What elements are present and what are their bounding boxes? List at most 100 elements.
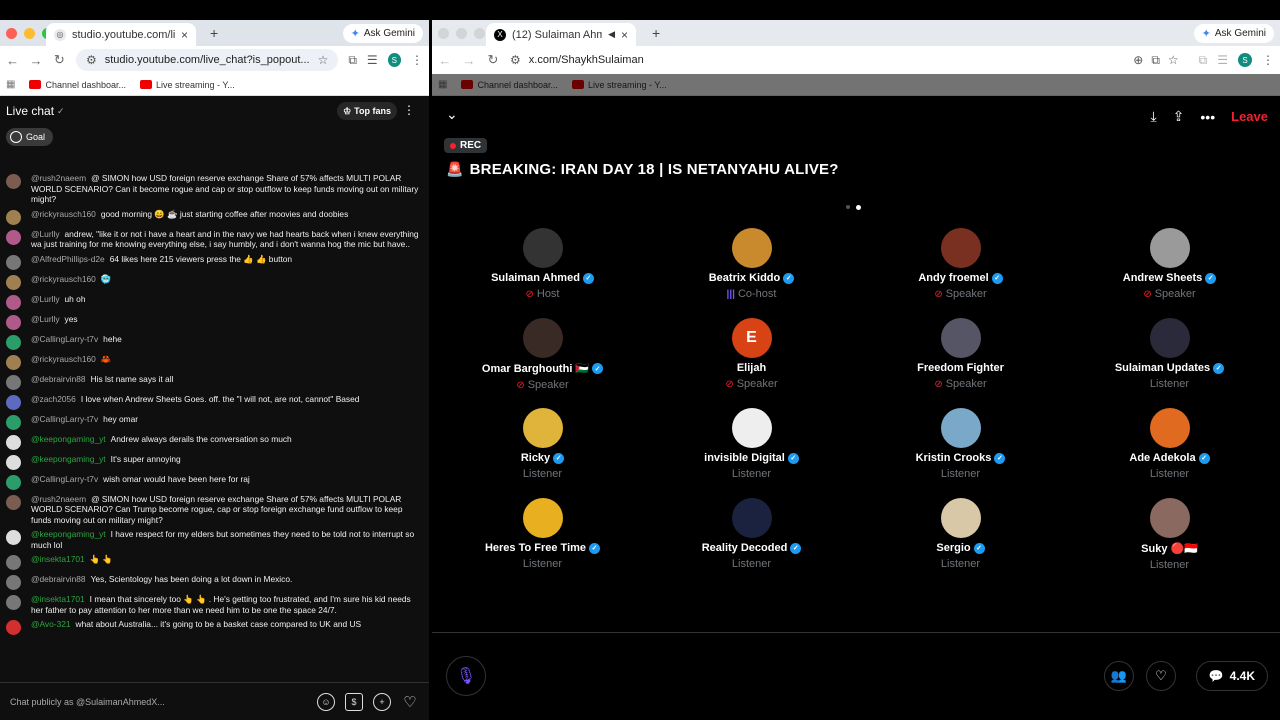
- participant-card[interactable]: Ricky ✓ Listener: [438, 408, 647, 488]
- add-icon[interactable]: +: [373, 692, 391, 711]
- bookmark-star-icon[interactable]: ☆: [1168, 53, 1179, 67]
- author-avatar[interactable]: [6, 174, 21, 189]
- close-tab-icon[interactable]: ×: [181, 28, 188, 42]
- author-avatar[interactable]: [6, 454, 21, 470]
- participant-card[interactable]: Sulaiman Ahmed ✓ ⊘ Host: [438, 228, 647, 308]
- author-name[interactable]: @Lurlly: [31, 294, 60, 304]
- author-name[interactable]: @keepongaming_yt: [31, 454, 106, 464]
- participant-avatar[interactable]: E: [731, 318, 772, 358]
- comments-count-button[interactable]: 💬 4.4K: [1195, 661, 1268, 691]
- bookmark-live-streaming[interactable]: Live streaming - Y...: [140, 80, 235, 90]
- participant-card[interactable]: Heres To Free Time ✓ Listener: [438, 498, 647, 578]
- close-window-button[interactable]: [6, 27, 17, 39]
- author-avatar[interactable]: [6, 434, 21, 450]
- author-avatar[interactable]: [6, 274, 21, 290]
- reload-icon[interactable]: ↻: [486, 52, 500, 68]
- author-avatar[interactable]: [6, 334, 21, 350]
- participant-card[interactable]: Andy froemel ✓ ⊘ Speaker: [856, 228, 1065, 308]
- people-icon[interactable]: 👥: [1104, 661, 1134, 691]
- zoom-window-button[interactable]: [474, 27, 485, 39]
- participant-avatar[interactable]: [940, 318, 981, 358]
- bookmark-channel-dashboard[interactable]: Channel dashboar...: [461, 80, 558, 90]
- chat-message[interactable]: @keepongaming_yt Andrew always derails th…: [0, 432, 429, 452]
- cast-icon[interactable]: ⧉: [1199, 53, 1208, 68]
- reload-icon[interactable]: ↻: [53, 52, 66, 68]
- bookmark-star-icon[interactable]: ☆: [318, 53, 329, 67]
- participant-avatar[interactable]: [731, 498, 772, 538]
- cast-icon[interactable]: ⧉: [348, 53, 357, 68]
- extensions-icon[interactable]: ☰: [1217, 53, 1228, 67]
- chat-message[interactable]: @keepongaming_yt I have respect for my el…: [0, 527, 429, 552]
- author-name[interactable]: @CallingLarry-t7v: [31, 414, 98, 424]
- minimize-window-button[interactable]: [24, 27, 35, 39]
- browser-tab[interactable]: ◎ studio.youtube.com/live_chat ×: [46, 23, 196, 46]
- author-name[interactable]: @Avo-321: [31, 619, 71, 629]
- site-info-icon[interactable]: ⚙: [510, 53, 521, 67]
- participant-avatar[interactable]: [940, 408, 981, 448]
- participant-card[interactable]: Andrew Sheets ✓ ⊘ Speaker: [1065, 228, 1274, 308]
- heart-plus-icon[interactable]: ♡: [1146, 661, 1176, 691]
- author-avatar[interactable]: [6, 530, 21, 545]
- chat-message[interactable]: @rush2naeem @ SIMON how USD foreign reser…: [0, 492, 429, 528]
- zoom-icon[interactable]: ⊕: [1133, 53, 1143, 67]
- participant-avatar[interactable]: [522, 498, 563, 538]
- leave-button[interactable]: Leave: [1231, 109, 1268, 124]
- author-name[interactable]: @debrairvin88: [31, 374, 86, 384]
- participant-avatar[interactable]: [522, 228, 563, 268]
- participant-avatar[interactable]: [1149, 228, 1190, 268]
- back-icon[interactable]: ←: [6, 53, 19, 68]
- chat-message[interactable]: @zach2056 I love when Andrew Sheets Goes.…: [0, 392, 429, 412]
- author-name[interactable]: @Lurlly: [31, 229, 60, 239]
- menu-icon[interactable]: ⋮: [1262, 53, 1274, 67]
- author-avatar[interactable]: [6, 374, 21, 390]
- author-name[interactable]: @rickyrausch160: [31, 274, 96, 284]
- chat-message[interactable]: @rush2naeem @ SIMON how USD foreign reser…: [0, 171, 429, 207]
- participant-card[interactable]: Sulaiman Updates ✓ Listener: [1065, 318, 1274, 398]
- participant-avatar[interactable]: [731, 408, 772, 448]
- author-name[interactable]: @keepongaming_yt: [31, 529, 106, 539]
- participant-card[interactable]: Reality Decoded ✓ Listener: [647, 498, 856, 578]
- chat-message[interactable]: @rickyrausch160 good morning 😄 ☕ just sta…: [0, 207, 429, 227]
- chat-message[interactable]: @debrairvin88 His lst name says it all: [0, 372, 429, 392]
- chat-message[interactable]: @CallingLarry-t7v hey omar: [0, 412, 429, 432]
- top-fans-button[interactable]: ♔ Top fans: [337, 102, 397, 120]
- ask-gemini-button[interactable]: ✦ Ask Gemini: [342, 24, 423, 43]
- author-avatar[interactable]: [6, 229, 21, 245]
- emoji-icon[interactable]: ☺: [317, 692, 335, 711]
- participant-card[interactable]: Kristin Crooks ✓ Listener: [856, 408, 1065, 488]
- author-avatar[interactable]: [6, 474, 21, 490]
- participant-card[interactable]: Suky 🔴🇮🇩 Listener: [1065, 498, 1274, 578]
- author-avatar[interactable]: [6, 620, 21, 635]
- participant-avatar[interactable]: [1149, 318, 1190, 358]
- chat-message[interactable]: @CallingLarry-t7v hehe: [0, 332, 429, 352]
- new-tab-button[interactable]: +: [652, 25, 660, 41]
- author-name[interactable]: @rickyrausch160: [31, 354, 96, 364]
- ask-gemini-button[interactable]: ✦ Ask Gemini: [1193, 24, 1274, 43]
- author-name[interactable]: @zach2056: [31, 394, 76, 404]
- participant-card[interactable]: Ade Adekola ✓ Listener: [1065, 408, 1274, 488]
- participant-card[interactable]: Beatrix Kiddo ✓ ||| Co-host: [647, 228, 856, 308]
- author-avatar[interactable]: [6, 354, 21, 370]
- author-name[interactable]: @CallingLarry-t7v: [31, 334, 98, 344]
- author-name[interactable]: @rush2naeem: [31, 494, 86, 504]
- author-avatar[interactable]: [6, 209, 21, 225]
- heart-icon[interactable]: ♡: [401, 693, 419, 711]
- bookmark-live-streaming[interactable]: Live streaming - Y...: [572, 80, 667, 90]
- chat-message[interactable]: @Lurlly uh oh: [0, 292, 429, 312]
- chat-message[interactable]: @Lurlly andrew, "like it or not i have a …: [0, 227, 429, 252]
- author-avatar[interactable]: [6, 294, 21, 310]
- participant-avatar[interactable]: [731, 228, 772, 268]
- address-field[interactable]: ⚙ x.com/ShaykhSulaiman ⊕ ⧉ ☆: [510, 49, 1189, 71]
- share-icon[interactable]: ⇪: [1173, 108, 1185, 125]
- profile-avatar[interactable]: S: [387, 53, 401, 67]
- author-name[interactable]: @insekta1701: [31, 554, 85, 564]
- more-options-icon[interactable]: •••: [1200, 109, 1215, 125]
- chat-message[interactable]: @rickyrausch160 🥶: [0, 272, 429, 292]
- browser-tab[interactable]: X (12) Sulaiman Ahmed (@S ◀ ×: [486, 23, 636, 46]
- profile-avatar[interactable]: S: [1238, 53, 1252, 67]
- chat-message[interactable]: @keepongaming_yt It's super annoying: [0, 452, 429, 472]
- extensions-icon[interactable]: ☰: [367, 53, 378, 67]
- page-dot-active[interactable]: [856, 205, 861, 210]
- author-name[interactable]: @CallingLarry-t7v: [31, 474, 98, 484]
- participant-card[interactable]: Omar Barghouthi 🇵🇸 ✓ ⊘ Speaker: [438, 318, 647, 398]
